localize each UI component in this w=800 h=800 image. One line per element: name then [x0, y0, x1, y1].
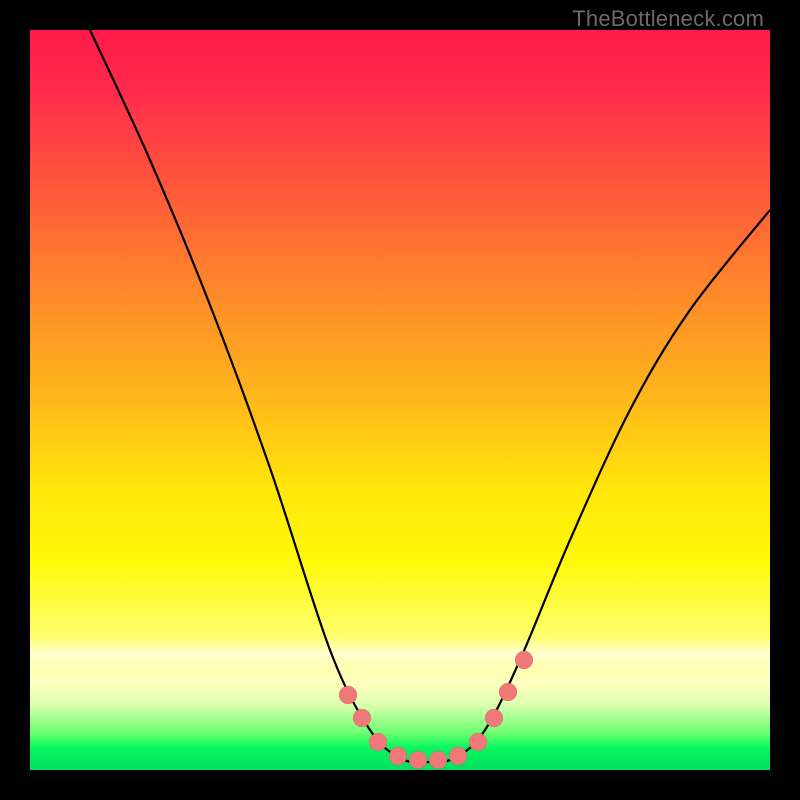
marker-dot [369, 733, 387, 751]
marker-dot [449, 747, 467, 765]
marker-dot [389, 747, 407, 765]
marker-dot [409, 751, 427, 769]
marker-dots [339, 651, 533, 769]
watermark-text: TheBottleneck.com [572, 6, 764, 32]
marker-dot [353, 709, 371, 727]
marker-dot [499, 683, 517, 701]
chart-svg [30, 30, 770, 770]
marker-dot [469, 733, 487, 751]
marker-dot [339, 686, 357, 704]
bottleneck-curve [90, 30, 770, 762]
marker-dot [429, 751, 447, 769]
marker-dot [515, 651, 533, 669]
marker-dot [485, 709, 503, 727]
